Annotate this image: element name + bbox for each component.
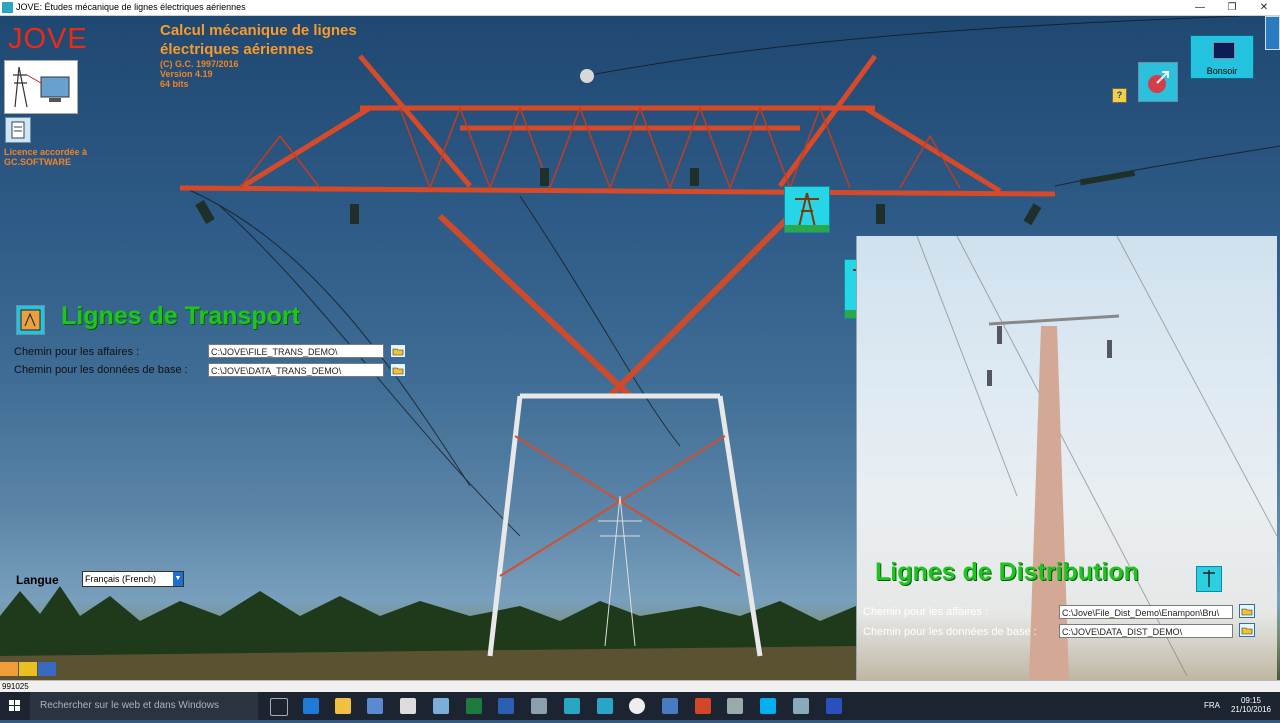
transport-base-input[interactable]: C:\JOVE\DATA_TRANS_DEMO\ [208, 363, 384, 377]
flag-india-icon[interactable] [0, 662, 18, 676]
jove-taskbar-icon[interactable] [564, 698, 580, 714]
app-icon-12[interactable] [662, 698, 678, 714]
folder-icon [392, 348, 404, 356]
distribution-base-input[interactable]: C:\JOVE\DATA_DIST_DEMO\ [1059, 624, 1233, 638]
app-name: Calcul mécanique de lignes électriques a… [160, 21, 357, 59]
skype-icon[interactable] [760, 698, 776, 714]
logo-image [4, 60, 78, 114]
bonsoir-label: Bonsoir [1206, 66, 1238, 76]
distribution-affaires-label: Chemin pour les affaires : [863, 606, 989, 618]
clock-date: 21/10/2016 [1230, 705, 1272, 714]
distribution-panel: Lignes de Distribution Chemin pour les a… [856, 236, 1277, 680]
language-label: Langue [16, 573, 59, 587]
status-code: 991025 [2, 682, 29, 691]
folder-icon [1241, 627, 1253, 635]
folder-icon [1241, 608, 1253, 616]
distribution-section-icon[interactable] [1196, 566, 1222, 592]
version-text: Version 4.19 [160, 69, 213, 79]
window-title-bar: JOVE: Études mécanique de lignes électri… [0, 0, 1280, 16]
file-explorer-icon[interactable] [335, 698, 351, 714]
transport-affaires-browse-button[interactable] [390, 344, 406, 358]
distribution-title: Lignes de Distribution [875, 558, 1139, 586]
word-icon[interactable] [498, 698, 514, 714]
flag-icon-2[interactable] [38, 662, 56, 676]
minimize-button[interactable]: — [1184, 0, 1216, 15]
distribution-base-label: Chemin pour les données de base : [863, 626, 1037, 638]
help-button[interactable]: ? [1112, 88, 1127, 103]
flag-icon[interactable] [19, 662, 37, 676]
side-scroll-widget[interactable] [1265, 16, 1280, 50]
window-title: JOVE: Études mécanique de lignes électri… [16, 2, 246, 12]
transport-affaires-label: Chemin pour les affaires : [14, 346, 140, 358]
edge-icon[interactable] [303, 698, 319, 714]
transport-tower-icon[interactable] [784, 186, 830, 233]
jove-taskbar-icon-2[interactable] [597, 698, 613, 714]
app-icon-17[interactable] [826, 698, 842, 714]
app-icon-14[interactable] [727, 698, 743, 714]
close-button[interactable]: ✕ [1248, 0, 1280, 15]
clock[interactable]: 09:15 21/10/2016 [1228, 692, 1274, 720]
language-select[interactable]: Français (French) ▼ [82, 571, 184, 587]
bits-text: 64 bits [160, 79, 189, 89]
clock-time: 09:15 [1240, 696, 1262, 705]
language-selected-value: Français (French) [85, 574, 157, 584]
exit-arrow-icon [1148, 71, 1169, 93]
main-window: JOVE Licence accordée à GC.SOFTWARE Calc… [0, 16, 1280, 680]
distribution-base-browse-button[interactable] [1239, 623, 1255, 637]
app-icon-11[interactable] [629, 698, 645, 714]
copyright-text: (C) G.C. 1997/2016 [160, 59, 239, 69]
transport-base-browse-button[interactable] [390, 363, 406, 377]
app-icon [2, 2, 13, 13]
licence-line-1: Licence accordée à [4, 147, 88, 157]
transport-affaires-input[interactable]: C:\JOVE\FILE_TRANS_DEMO\ [208, 344, 384, 358]
monitor-icon [1213, 42, 1235, 59]
input-language[interactable]: FRA [1204, 692, 1220, 720]
exit-button[interactable] [1138, 62, 1178, 102]
task-view-icon[interactable] [270, 698, 288, 716]
taskbar: Rechercher sur le web et dans Windows FR… [0, 692, 1280, 720]
licence-text: Licence accordée à GC.SOFTWARE [4, 147, 87, 167]
powerpoint-icon[interactable] [695, 698, 711, 714]
windows-start-button[interactable] [0, 692, 30, 720]
app-icon-8[interactable] [531, 698, 547, 714]
app-icon-5[interactable] [433, 698, 449, 714]
licence-line-2: GC.SOFTWARE [4, 157, 71, 167]
transport-base-label: Chemin pour les données de base : [14, 364, 188, 376]
calculator-icon[interactable] [400, 698, 416, 714]
taskbar-search-box[interactable]: Rechercher sur le web et dans Windows [30, 692, 258, 720]
excel-icon[interactable] [466, 698, 482, 714]
transport-title: Lignes de Transport [61, 302, 300, 330]
restore-button[interactable]: ❐ [1216, 0, 1248, 15]
app-name-line-2: électriques aériennes [160, 41, 314, 58]
app-name-line-1: Calcul mécanique de lignes [160, 22, 357, 39]
system-tray-icons[interactable] [1105, 692, 1195, 720]
version-info: (C) G.C. 1997/2016 Version 4.19 64 bits [160, 59, 239, 89]
chevron-down-icon[interactable]: ▼ [173, 572, 183, 586]
app-icon-16[interactable] [793, 698, 809, 714]
document-icon[interactable] [5, 117, 31, 143]
app-icon-3[interactable] [367, 698, 383, 714]
jove-logo: JOVE [8, 23, 88, 55]
folder-icon [392, 367, 404, 375]
transport-section-icon[interactable] [16, 305, 45, 335]
bonsoir-button[interactable]: Bonsoir [1190, 35, 1254, 79]
distribution-affaires-browse-button[interactable] [1239, 604, 1255, 618]
distribution-affaires-input[interactable]: C:\Jove\File_Dist_Demo\Enampon\Bru\ [1059, 605, 1233, 619]
